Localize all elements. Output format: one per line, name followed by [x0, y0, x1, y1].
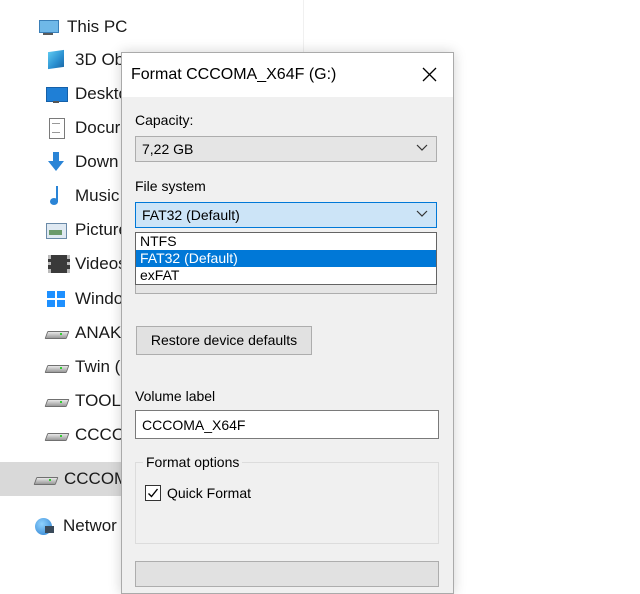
dropdown-option-fat32[interactable]: FAT32 (Default) [136, 250, 436, 267]
volume-label-value: CCCOMA_X64F [142, 417, 246, 433]
close-icon [422, 67, 437, 82]
nav-item-label: 3D Ob [75, 50, 125, 69]
nav-item-label: Music [75, 186, 120, 205]
file-system-label: File system [135, 178, 206, 194]
nav-item-label: Docur [75, 118, 121, 137]
drive-icon [45, 390, 67, 412]
capacity-value: 7,22 GB [142, 141, 194, 157]
nav-item-network[interactable]: Networ [33, 511, 117, 541]
documents-icon [45, 117, 67, 139]
nav-item-windows-drive[interactable]: Windo [45, 284, 123, 314]
dialog-titlebar: Format CCCOMA_X64F (G:) [122, 53, 453, 97]
capacity-select[interactable]: 7,22 GB [135, 136, 437, 162]
nav-item-3d-objects[interactable]: 3D Ob [45, 45, 124, 75]
drive-icon [45, 356, 67, 378]
pictures-icon [45, 219, 67, 241]
restore-defaults-button[interactable]: Restore device defaults [136, 326, 312, 355]
nav-item-downloads[interactable]: Down [45, 147, 118, 177]
drive-icon [34, 468, 56, 490]
nav-item-anak-drive[interactable]: ANAK [45, 318, 121, 348]
downloads-icon [45, 151, 67, 173]
format-dialog: Format CCCOMA_X64F (G:) Capacity: 7,22 G… [121, 52, 454, 594]
quick-format-checkbox[interactable] [145, 485, 161, 501]
volume-label-input[interactable]: CCCOMA_X64F [135, 410, 439, 439]
nav-item-cccoi-drive[interactable]: CCCOI [45, 420, 130, 450]
drive-icon [45, 322, 67, 344]
nav-item-this-pc[interactable]: This PC [37, 12, 127, 42]
nav-item-label: This PC [67, 17, 128, 36]
nav-item-label: Networ [63, 516, 117, 535]
format-options-group [135, 462, 439, 544]
nav-item-cccoma-drive[interactable]: CCCOM [0, 462, 130, 496]
nav-item-label: Twin ( [75, 357, 121, 376]
nav-item-label: Videos [75, 254, 127, 273]
checkmark-icon [148, 488, 159, 498]
volume-label-caption: Volume label [135, 388, 216, 404]
close-button[interactable] [407, 53, 453, 97]
nav-item-documents[interactable]: Docur [45, 113, 120, 143]
music-icon [45, 185, 67, 207]
desktop-icon [45, 83, 68, 105]
nav-item-videos[interactable]: Videos [45, 249, 127, 279]
format-options-title: Format options [143, 454, 243, 470]
nav-item-twin-drive[interactable]: Twin ( [45, 352, 120, 382]
computer-icon [37, 16, 59, 38]
nav-item-desktop[interactable]: Deskto [45, 79, 128, 109]
windows-drive-icon [45, 288, 67, 310]
chevron-down-icon [416, 210, 428, 217]
nav-item-label: CCCOM [64, 469, 129, 488]
start-button[interactable] [135, 561, 439, 587]
nav-item-label: ANAK [75, 323, 122, 342]
file-system-dropdown-list: NTFS FAT32 (Default) exFAT [135, 232, 437, 285]
drive-icon [45, 424, 67, 446]
quick-format-label: Quick Format [167, 485, 252, 501]
nav-item-label: Windo [75, 289, 124, 308]
nav-item-label: Down [75, 152, 119, 171]
dropdown-option-ntfs[interactable]: NTFS [136, 233, 436, 250]
dialog-title: Format CCCOMA_X64F (G:) [131, 66, 337, 83]
file-system-value: FAT32 (Default) [142, 207, 240, 223]
file-system-select[interactable]: FAT32 (Default) [135, 202, 437, 228]
capacity-label: Capacity: [135, 112, 194, 128]
network-icon [33, 515, 55, 537]
videos-icon [45, 253, 70, 275]
nav-item-label: Deskto [75, 84, 128, 103]
dropdown-option-exfat[interactable]: exFAT [136, 267, 436, 284]
chevron-down-icon [416, 144, 428, 151]
3d-objects-icon [45, 49, 67, 71]
nav-item-pictures[interactable]: Picture [45, 215, 128, 245]
nav-item-tools-drive[interactable]: TOOLS [45, 386, 132, 416]
nav-item-music[interactable]: Music [45, 181, 119, 211]
nav-item-label: Picture [75, 220, 128, 239]
